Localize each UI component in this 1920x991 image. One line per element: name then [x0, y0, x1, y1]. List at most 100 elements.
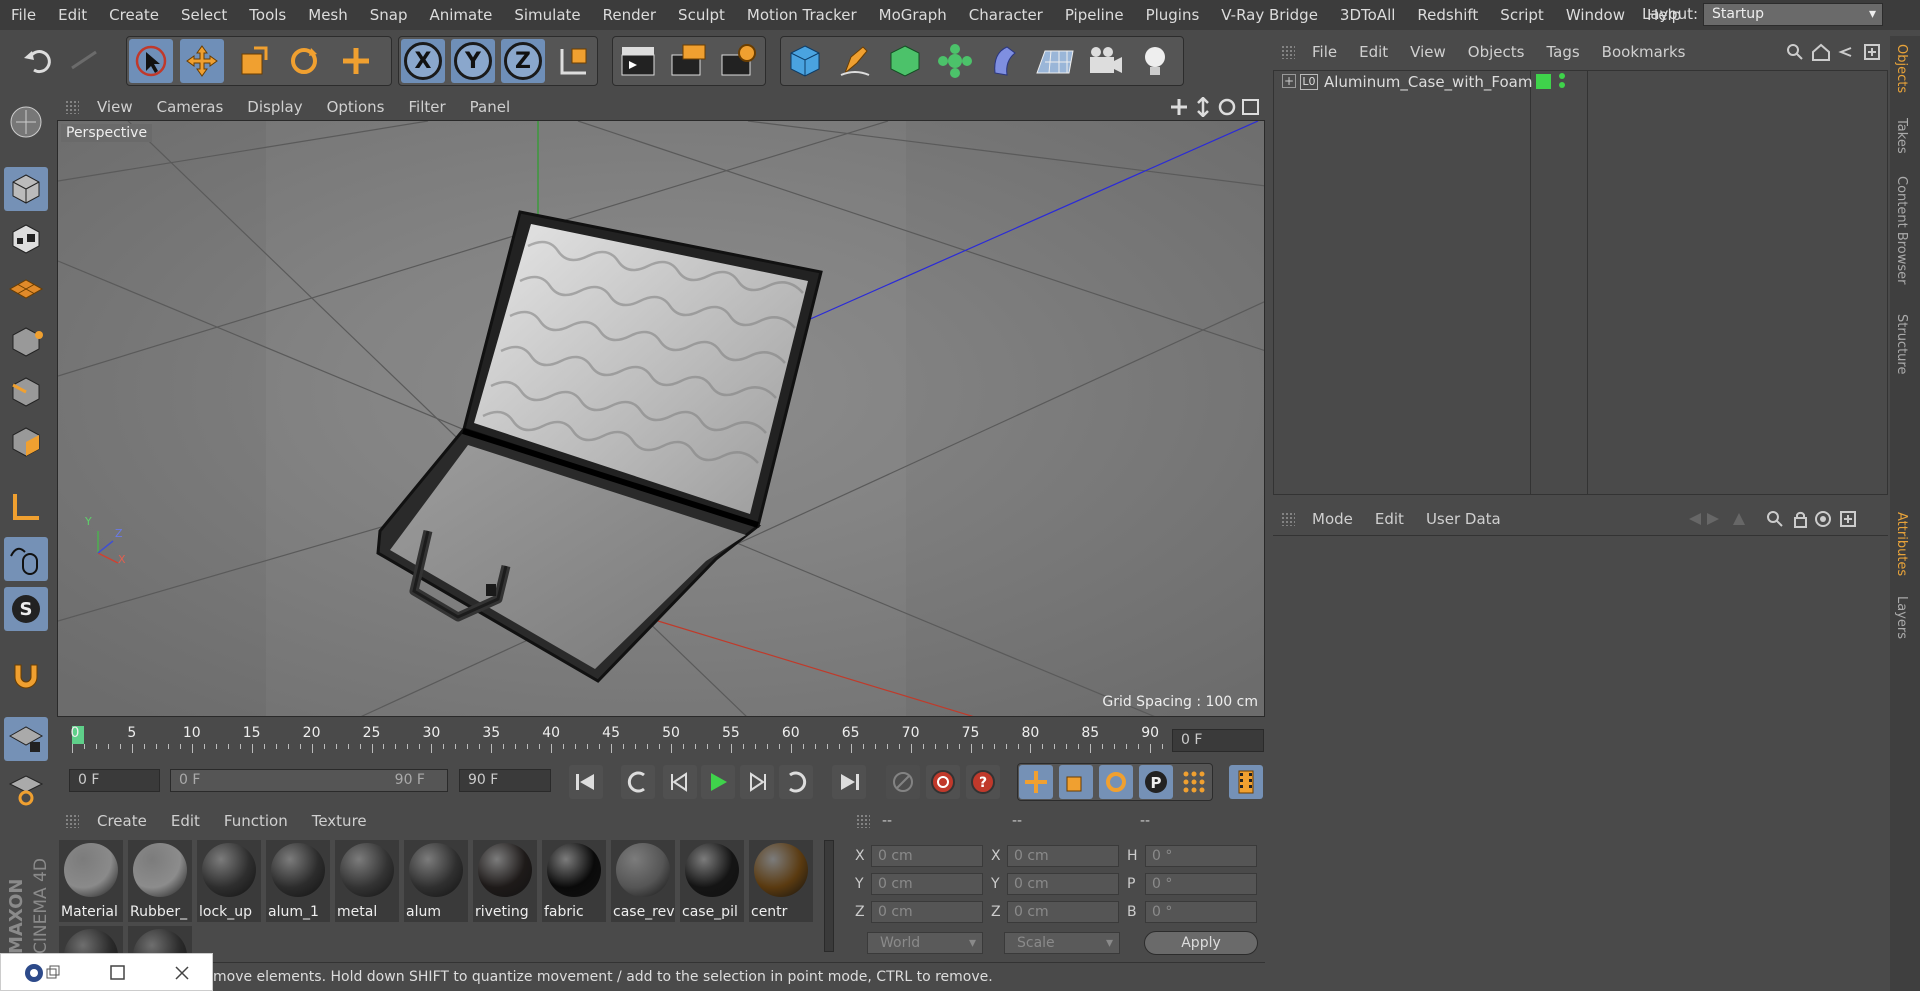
snap-toggle-button[interactable]	[4, 652, 48, 696]
objects-menu-view[interactable]: View	[1399, 43, 1457, 61]
start-frame-field[interactable]: 0 F	[69, 769, 160, 792]
coord-pos-y-field[interactable]: 0 cm	[871, 873, 983, 895]
material-swatch[interactable]: alum	[404, 840, 468, 922]
coordinate-system-button[interactable]	[552, 39, 596, 83]
coord-pos-z-field[interactable]: 0 cm	[871, 901, 983, 923]
viewport-menu-panel[interactable]: Panel	[458, 98, 522, 116]
menu-script[interactable]: Script	[1489, 6, 1555, 24]
tab-objects[interactable]: Objects	[1894, 44, 1909, 93]
workplane-mode-button[interactable]	[4, 267, 48, 311]
redo-button[interactable]	[62, 38, 106, 82]
material-menu-function[interactable]: Function	[212, 812, 300, 830]
x-axis-button[interactable]: X	[401, 39, 445, 83]
tab-layers[interactable]: Layers	[1894, 596, 1909, 639]
make-editable-button[interactable]	[4, 100, 48, 144]
current-frame-field[interactable]: 0 F	[1172, 729, 1264, 752]
menu-edit[interactable]: Edit	[47, 6, 98, 24]
deformer-button[interactable]	[983, 39, 1027, 83]
editor-visibility-icon[interactable]	[1559, 73, 1565, 79]
material-swatch[interactable]: fabric	[542, 840, 606, 922]
menu-redshift[interactable]: Redshift	[1406, 6, 1489, 24]
menu-motion-tracker[interactable]: Motion Tracker	[736, 6, 868, 24]
viewport-menu-filter[interactable]: Filter	[396, 98, 457, 116]
attributes-menu-edit[interactable]: Edit	[1364, 510, 1415, 528]
material-menu-create[interactable]: Create	[85, 812, 159, 830]
z-axis-button[interactable]: Z	[501, 39, 545, 83]
key-position-button[interactable]	[1019, 765, 1053, 799]
render-picture-viewer-button[interactable]	[666, 39, 710, 83]
menu-vray-bridge[interactable]: V-Ray Bridge	[1210, 6, 1329, 24]
objects-menu-objects[interactable]: Objects	[1457, 43, 1536, 61]
menu-plugins[interactable]: Plugins	[1135, 6, 1211, 24]
subdivision-surface-button[interactable]	[883, 39, 927, 83]
timeline[interactable]: 0 5 10 15 20 25 30 35 40 45 50 55 60 65 70 75 80 85 90	[57, 722, 1265, 756]
objects-menu-tags[interactable]: Tags	[1535, 43, 1590, 61]
pen-spline-button[interactable]	[833, 39, 877, 83]
coord-pos-x-field[interactable]: 0 cm	[871, 845, 983, 867]
timeline-button[interactable]	[1229, 765, 1263, 799]
apply-button[interactable]: Apply	[1144, 931, 1258, 955]
cloner-button[interactable]	[933, 39, 977, 83]
close-icon[interactable]	[173, 964, 191, 982]
material-swatch[interactable]: alum_1	[266, 840, 330, 922]
render-visibility-icon[interactable]	[1559, 82, 1565, 88]
tweak-mode-button[interactable]	[4, 537, 48, 581]
menu-3dtoall[interactable]: 3DToAll	[1329, 6, 1406, 24]
material-swatch[interactable]: Rubber_	[128, 840, 192, 922]
menu-create[interactable]: Create	[98, 6, 170, 24]
maximize-icon[interactable]	[109, 964, 127, 982]
undo-button[interactable]	[16, 38, 60, 82]
viewport-menu-options[interactable]: Options	[315, 98, 397, 116]
material-menu-texture[interactable]: Texture	[300, 812, 379, 830]
edges-mode-button[interactable]	[4, 370, 48, 414]
prev-frame-button[interactable]	[663, 765, 697, 799]
axis-mode-button[interactable]	[4, 485, 48, 529]
texture-mode-button[interactable]	[4, 217, 48, 261]
points-mode-button[interactable]	[4, 320, 48, 364]
menu-select[interactable]: Select	[170, 6, 238, 24]
go-to-end-button[interactable]	[832, 765, 866, 799]
menu-render[interactable]: Render	[592, 6, 667, 24]
model-mode-button[interactable]	[4, 167, 48, 211]
material-swatch[interactable]: case_pil	[680, 840, 744, 922]
light-button[interactable]	[1133, 39, 1177, 83]
polygons-mode-button[interactable]	[4, 420, 48, 464]
y-axis-button[interactable]: Y	[451, 39, 495, 83]
restore-icon[interactable]	[45, 964, 61, 980]
objects-menu-bookmarks[interactable]: Bookmarks	[1591, 43, 1697, 61]
object-name[interactable]: Aluminum_Case_with_Foam	[1324, 73, 1532, 91]
objects-menu-file[interactable]: File	[1301, 43, 1348, 61]
menu-pipeline[interactable]: Pipeline	[1054, 6, 1135, 24]
coord-size-x-field[interactable]: 0 cm	[1007, 845, 1119, 867]
menu-simulate[interactable]: Simulate	[503, 6, 591, 24]
rotate-tool-button[interactable]	[282, 39, 326, 83]
viewport-label[interactable]: Perspective	[61, 124, 153, 142]
menu-tools[interactable]: Tools	[238, 6, 297, 24]
menu-mesh[interactable]: Mesh	[297, 6, 359, 24]
coord-space-select[interactable]: World ▾	[867, 932, 983, 954]
tab-content-browser[interactable]: Content Browser	[1894, 176, 1909, 285]
viewport-menu-display[interactable]: Display	[235, 98, 314, 116]
viewport-menu-view[interactable]: View	[85, 98, 145, 116]
menu-character[interactable]: Character	[958, 6, 1054, 24]
next-key-button[interactable]	[779, 765, 813, 799]
workplane-lock-button[interactable]	[4, 717, 48, 761]
add-cube-button[interactable]	[783, 39, 827, 83]
go-to-start-button[interactable]	[569, 765, 603, 799]
record-active-button[interactable]	[926, 765, 960, 799]
frame-range-slider[interactable]: 0 F 90 F	[170, 769, 448, 792]
material-swatch[interactable]: centr	[749, 840, 813, 922]
render-settings-button[interactable]	[716, 39, 760, 83]
material-swatch[interactable]: riveting	[473, 840, 537, 922]
camera-button[interactable]	[1083, 39, 1127, 83]
key-parameter-button[interactable]: P	[1139, 765, 1173, 799]
key-scale-button[interactable]	[1059, 765, 1093, 799]
material-menu-edit[interactable]: Edit	[159, 812, 212, 830]
autokey-button[interactable]: ?	[966, 765, 1000, 799]
motion-record-button[interactable]	[886, 765, 920, 799]
viewport-menu-cameras[interactable]: Cameras	[145, 98, 236, 116]
scale-tool-button[interactable]	[231, 39, 275, 83]
attributes-menu-mode[interactable]: Mode	[1301, 510, 1364, 528]
tab-takes[interactable]: Takes	[1894, 118, 1909, 154]
tab-structure[interactable]: Structure	[1894, 314, 1909, 374]
